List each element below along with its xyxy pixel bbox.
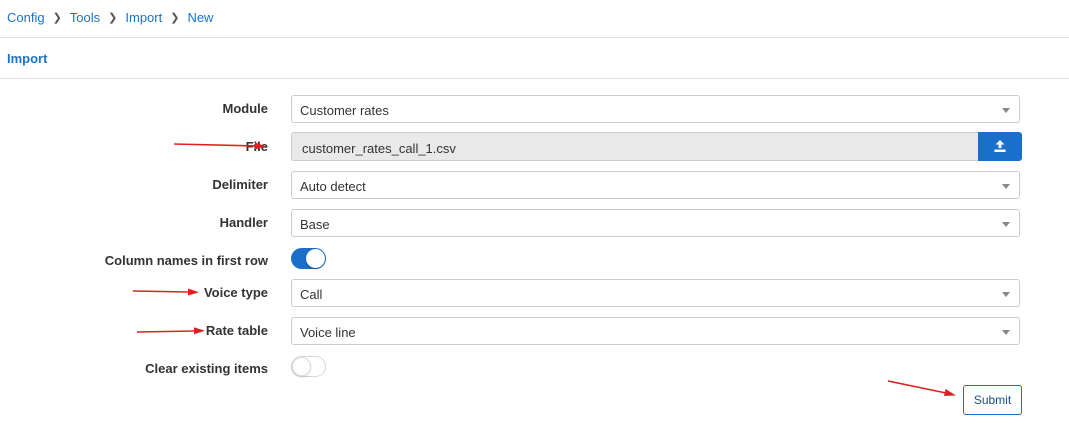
breadcrumb-config[interactable]: Config — [7, 10, 45, 25]
chevron-right-icon: ❯ — [52, 11, 62, 24]
handler-label: Handler — [219, 215, 268, 230]
voice-type-select[interactable]: Call — [291, 279, 1020, 307]
submit-button[interactable]: Submit — [963, 385, 1022, 415]
delimiter-value: Auto detect — [300, 179, 366, 194]
divider — [0, 78, 1069, 79]
divider — [0, 37, 1069, 38]
section-title: Import — [7, 51, 48, 66]
caret-down-icon — [1002, 292, 1010, 297]
voice-type-value: Call — [300, 287, 323, 302]
upload-button[interactable] — [978, 132, 1022, 161]
file-label: File — [245, 139, 268, 154]
chevron-right-icon: ❯ — [170, 11, 180, 24]
caret-down-icon — [1002, 222, 1010, 227]
breadcrumb-tools[interactable]: Tools — [70, 10, 100, 25]
handler-value: Base — [300, 217, 330, 232]
breadcrumb: Config ❯ Tools ❯ Import ❯ New — [7, 9, 213, 25]
module-select[interactable]: Customer rates — [291, 95, 1020, 123]
module-value: Customer rates — [300, 103, 389, 118]
annotation-arrow-voice-type — [132, 288, 199, 296]
chevron-right-icon: ❯ — [108, 11, 118, 24]
clear-existing-toggle[interactable] — [291, 356, 326, 377]
rate-table-value: Voice line — [300, 325, 356, 340]
clear-existing-label: Clear existing items — [145, 361, 268, 376]
file-input[interactable]: customer_rates_call_1.csv — [291, 132, 979, 161]
annotation-arrow-rate-table — [136, 327, 205, 335]
rate-table-label: Rate table — [205, 323, 268, 338]
column-names-label: Column names in first row — [104, 253, 268, 268]
toggle-knob — [306, 249, 325, 268]
voice-type-label: Voice type — [203, 285, 268, 300]
handler-select[interactable]: Base — [291, 209, 1020, 237]
toggle-knob — [292, 357, 311, 376]
file-value: customer_rates_call_1.csv — [302, 141, 456, 156]
caret-down-icon — [1002, 108, 1010, 113]
delimiter-label: Delimiter — [212, 177, 268, 192]
delimiter-select[interactable]: Auto detect — [291, 171, 1020, 199]
annotation-arrow-submit — [887, 380, 956, 396]
breadcrumb-import[interactable]: Import — [125, 10, 162, 25]
rate-table-select[interactable]: Voice line — [291, 317, 1020, 345]
breadcrumb-new[interactable]: New — [187, 10, 213, 25]
upload-icon — [994, 140, 1006, 152]
column-names-toggle[interactable] — [291, 248, 326, 269]
caret-down-icon — [1002, 330, 1010, 335]
caret-down-icon — [1002, 184, 1010, 189]
module-label: Module — [222, 101, 269, 116]
